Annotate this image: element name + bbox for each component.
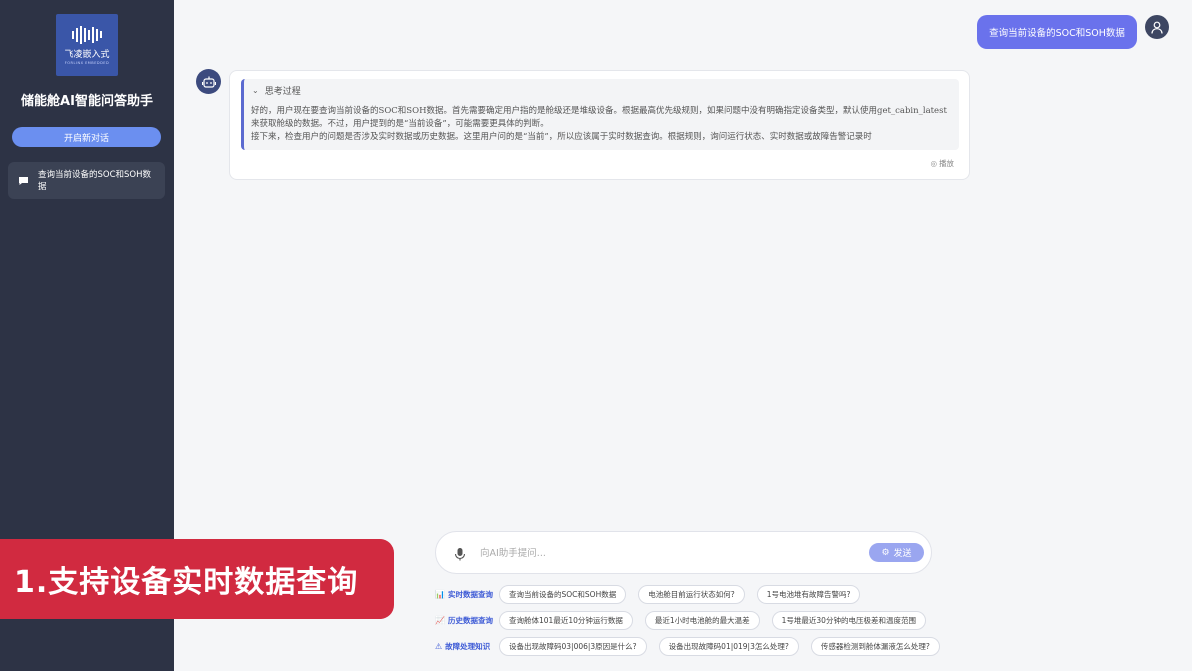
quick-category-fault: ⚠ 故障处理知识 xyxy=(435,642,491,651)
chevron-down-icon: ⌄ xyxy=(252,86,259,95)
quick-category-realtime: 📊 实时数据查询 xyxy=(435,590,493,599)
thinking-header: 思考过程 xyxy=(264,87,301,97)
answer-card: ⌄ 思考过程 好的，用户现在要查询当前设备的SOC和SOH数据。首先需要确定用户… xyxy=(229,70,970,180)
chat-input-bar: ⚙ 发送 xyxy=(435,531,932,574)
trend-icon: 📈 xyxy=(435,616,445,625)
thinking-paragraph-1: 好的，用户现在要查询当前设备的SOC和SOH数据。首先需要确定用户指的是舱级还是… xyxy=(251,106,947,129)
quick-category-history: 📈 历史数据查询 xyxy=(435,616,493,625)
chat-input[interactable] xyxy=(480,542,850,564)
quick-question-chip[interactable]: 1号电池堆有故障告警吗? xyxy=(756,585,861,604)
play-button[interactable]: ◎ 播放 xyxy=(930,158,954,169)
quick-row-history: 📈 历史数据查询 查询舱体101最近10分钟运行数据 最近1小时电池舱的最大温差… xyxy=(435,611,938,630)
logo-text-cn: 飞凌嵌入式 xyxy=(64,49,110,60)
quick-question-chip[interactable]: 设备出现故障码01|019|3怎么处理? xyxy=(658,637,799,656)
bot-avatar-icon xyxy=(196,69,221,94)
app-title: 储能舱AI智能问答助手 xyxy=(21,94,153,109)
company-logo: 飞凌嵌入式 FORLINX EMBEDDED xyxy=(56,14,118,76)
quick-question-chip[interactable]: 查询当前设备的SOC和SOH数据 xyxy=(499,585,627,604)
quick-question-chip[interactable]: 设备出现故障码03|006|3原因是什么? xyxy=(499,637,647,656)
quick-question-chip[interactable]: 最近1小时电池舱的最大温差 xyxy=(644,611,760,630)
history-item-label: 查询当前设备的SOC和SOH数据 xyxy=(38,169,151,192)
user-message-bubble: 查询当前设备的SOC和SOH数据 xyxy=(977,15,1137,49)
caption-banner-text: 1.支持设备实时数据查询 xyxy=(14,565,359,600)
send-label: 发送 xyxy=(893,549,912,559)
logo-text-en: FORLINX EMBEDDED xyxy=(64,60,110,65)
warning-icon: ⚠ xyxy=(435,642,443,651)
quick-question-chip[interactable]: 电池舱目前运行状态如何? xyxy=(638,585,745,604)
user-avatar-icon[interactable] xyxy=(1145,15,1169,39)
thinking-text: 好的，用户现在要查询当前设备的SOC和SOH数据。首先需要确定用户指的是舱级还是… xyxy=(251,105,951,144)
send-button[interactable]: ⚙ 发送 xyxy=(869,543,924,562)
caption-banner: 1.支持设备实时数据查询 xyxy=(0,539,394,619)
new-chat-button[interactable]: 开启新对话 xyxy=(12,127,161,147)
quick-question-chip[interactable]: 1号堆最近30分钟的电压极差和温度范围 xyxy=(771,611,926,630)
send-icon: ⚙ xyxy=(881,547,890,558)
thinking-toggle[interactable]: ⌄ 思考过程 xyxy=(252,84,301,97)
quick-question-chip[interactable]: 传感器检测到舱体漏液怎么处理? xyxy=(810,637,940,656)
quick-row-realtime: 📊 实时数据查询 查询当前设备的SOC和SOH数据 电池舱目前运行状态如何? 1… xyxy=(435,585,872,604)
thinking-panel: ⌄ 思考过程 好的，用户现在要查询当前设备的SOC和SOH数据。首先需要确定用户… xyxy=(241,79,959,150)
chart-icon: 📊 xyxy=(435,590,445,599)
play-label: 播放 xyxy=(939,159,954,168)
quick-row-fault: ⚠ 故障处理知识 设备出现故障码03|006|3原因是什么? 设备出现故障码01… xyxy=(435,637,952,656)
quick-question-chip[interactable]: 查询舱体101最近10分钟运行数据 xyxy=(499,611,633,630)
play-icon: ◎ xyxy=(930,159,937,168)
microphone-icon[interactable] xyxy=(454,546,466,561)
thinking-paragraph-2: 接下来，检查用户的问题是否涉及实时数据或历史数据。这里用户问的是“当前”，所以应… xyxy=(251,132,872,142)
chat-bubble-icon xyxy=(18,176,30,186)
history-item[interactable]: 查询当前设备的SOC和SOH数据 xyxy=(8,162,165,199)
logo-mark-icon xyxy=(72,25,102,44)
